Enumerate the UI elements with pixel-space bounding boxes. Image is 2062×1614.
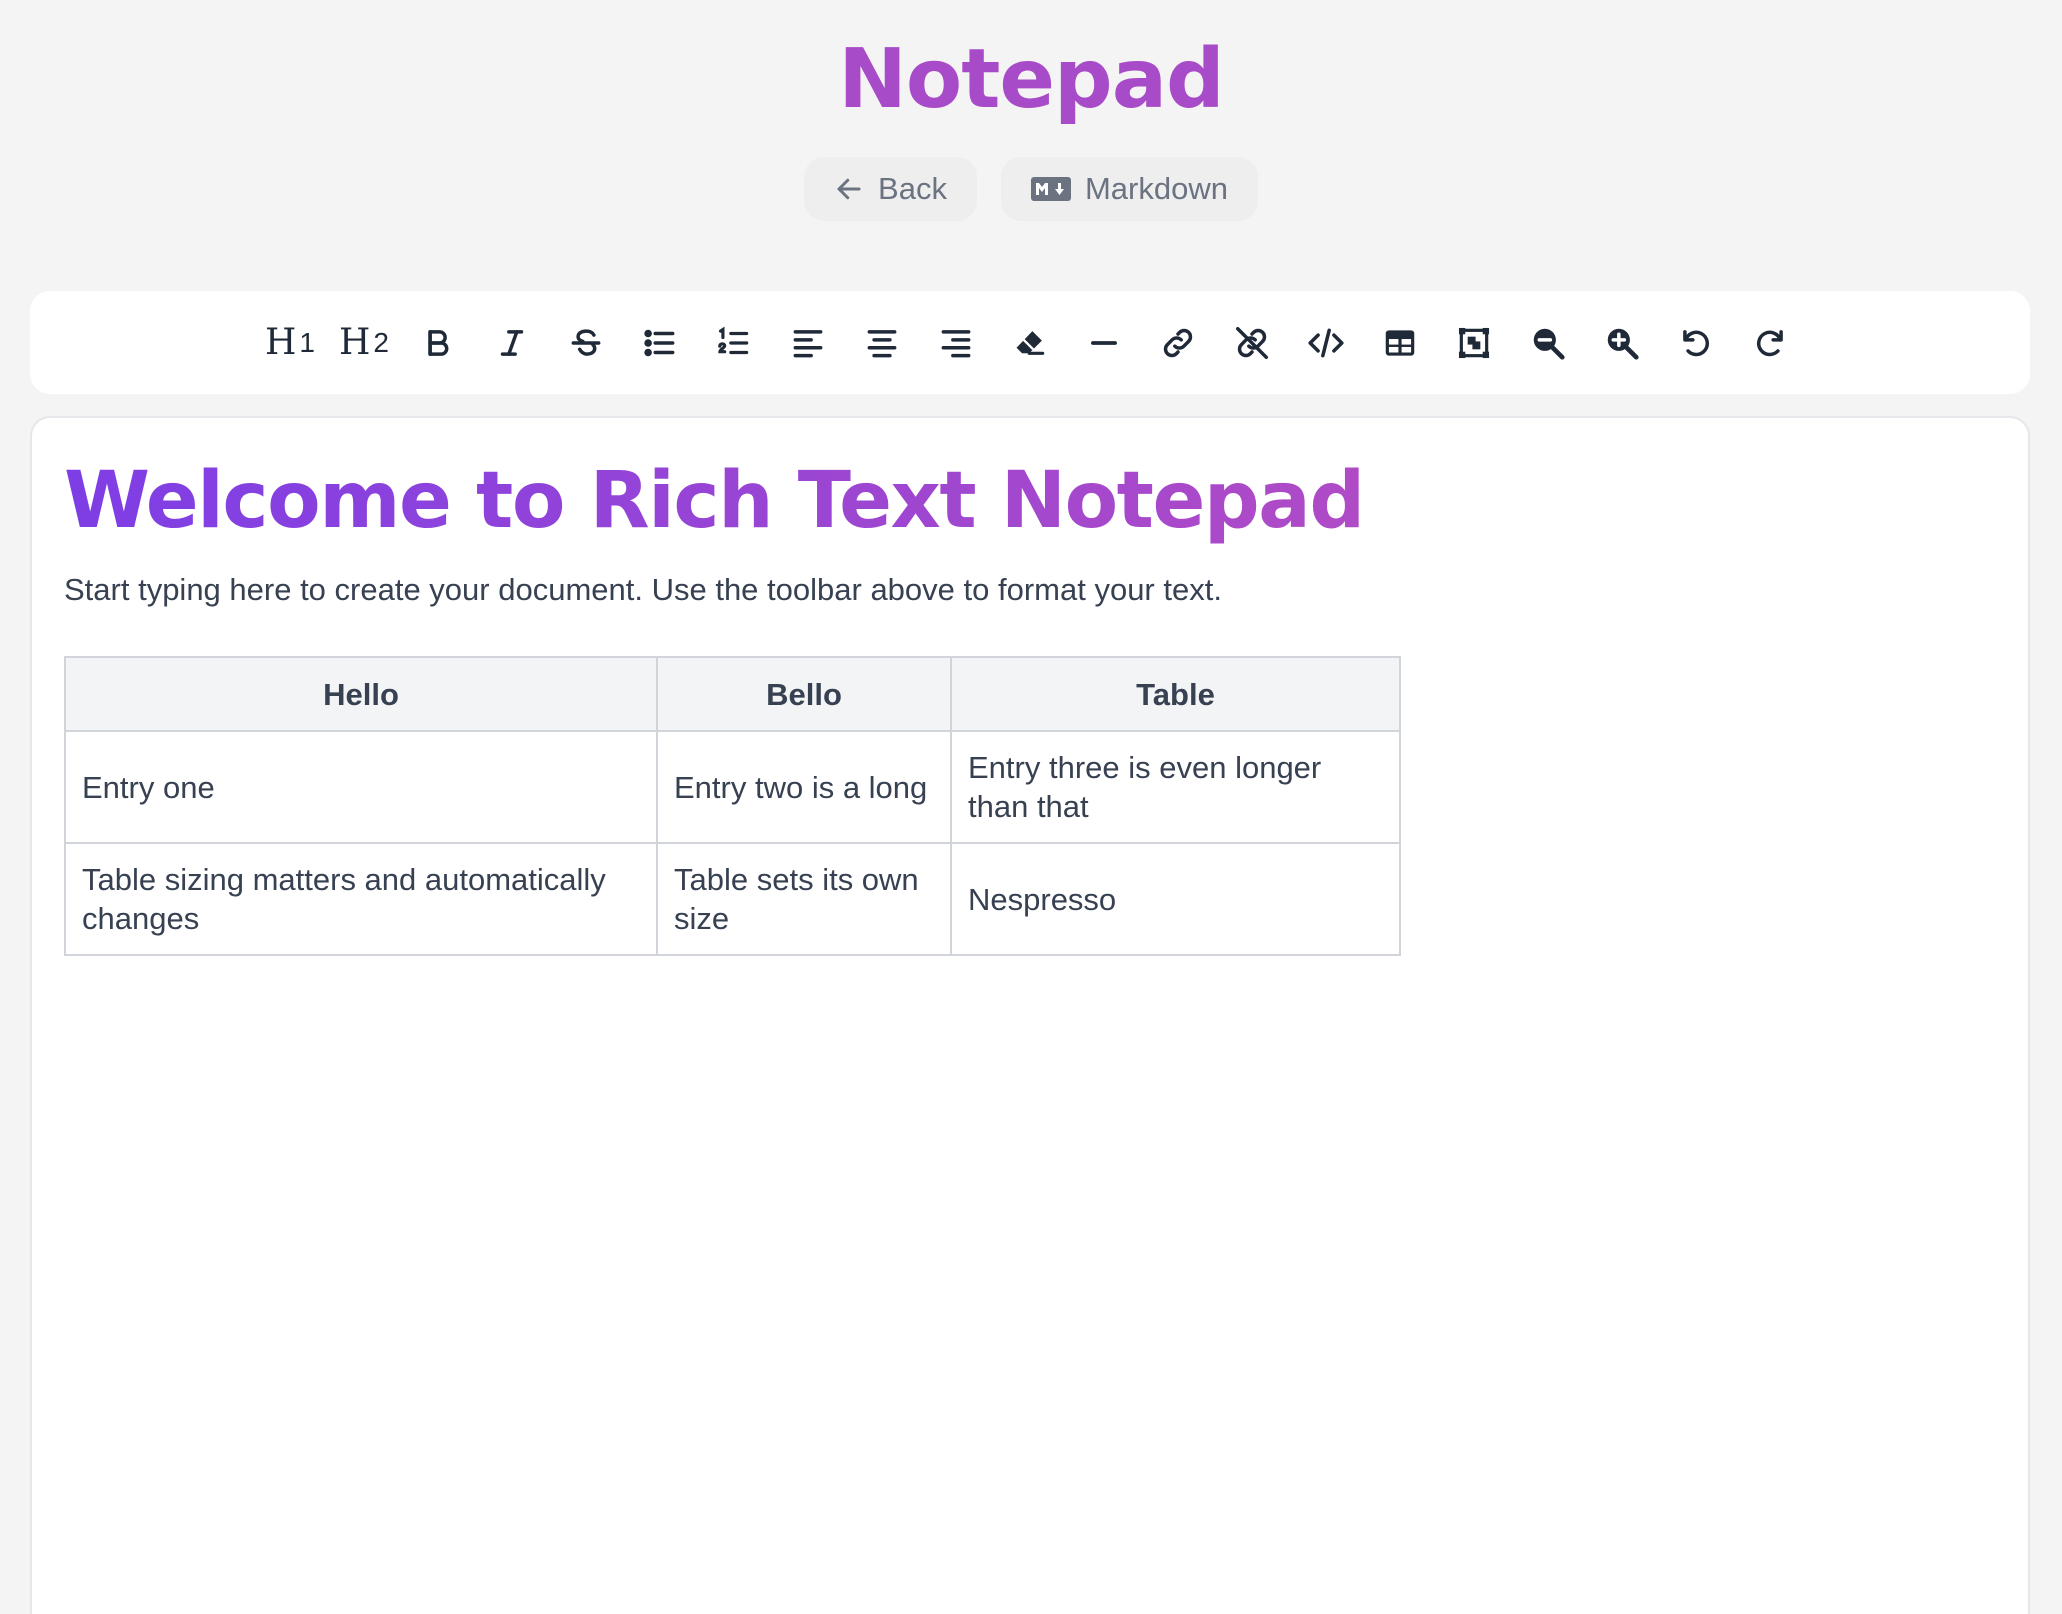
undo-icon [1683,329,1709,356]
link-button[interactable] [1141,306,1215,380]
heading-2-button[interactable]: H2 [327,306,401,380]
link-icon [1163,328,1193,357]
back-label: Back [878,171,947,206]
formatting-toolbar: H1 H2 [30,291,2030,394]
table-cell[interactable]: Table sets its own size [656,842,952,956]
unlink-icon [1236,326,1268,359]
table-cell[interactable]: Nespresso [950,842,1401,956]
image-button[interactable] [1437,306,1511,380]
zoom-out-button[interactable] [1511,306,1585,380]
unlink-button[interactable] [1215,306,1289,380]
markdown-icon [1030,177,1071,201]
horizontal-rule-button[interactable] [1067,306,1141,380]
table-row: Entry one Entry two is a long Entry thre… [64,730,1401,844]
align-right-icon [941,329,971,357]
align-left-icon [793,329,823,357]
arrow-left-icon [834,174,864,204]
app-title: Notepad [838,32,1225,127]
bold-button[interactable] [401,306,475,380]
table-header-cell[interactable]: Hello [64,656,658,732]
align-right-button[interactable] [919,306,993,380]
bullet-list-button[interactable] [623,306,697,380]
table-button[interactable] [1363,306,1437,380]
table-row: Table sizing matters and automatically c… [64,842,1401,956]
bold-icon [428,329,449,356]
document-table[interactable]: Hello Bello Table Entry one Entry two is… [64,656,1401,956]
top-nav: Back Markdown [0,157,2062,221]
table-cell[interactable]: Entry one [64,730,658,844]
ordered-list-icon [718,326,749,354]
align-left-button[interactable] [771,306,845,380]
markdown-label: Markdown [1084,171,1228,206]
clear-format-button[interactable] [993,306,1067,380]
code-button[interactable] [1289,306,1363,380]
redo-button[interactable] [1733,306,1807,380]
table-header-row: Hello Bello Table [64,656,1401,732]
zoom-in-icon [1607,328,1639,360]
eraser-icon [1016,330,1045,355]
strikethrough-button[interactable] [549,306,623,380]
align-center-icon [867,329,897,357]
italic-icon [500,329,524,356]
editor-area[interactable]: Welcome to Rich Text Notepad Start typin… [30,416,2030,1614]
heading-1-button[interactable]: H1 [253,306,327,380]
zoom-in-button[interactable] [1585,306,1659,380]
strikethrough-icon [571,328,601,356]
redo-icon [1757,329,1783,356]
bullet-list-icon [644,329,675,356]
table-cell[interactable]: Entry two is a long [656,730,952,844]
table-cell[interactable]: Entry three is even longer than that [950,730,1401,844]
align-center-button[interactable] [845,306,919,380]
ordered-list-button[interactable] [697,306,771,380]
italic-button[interactable] [475,306,549,380]
table-header-cell[interactable]: Bello [656,656,952,732]
table-cell[interactable]: Table sizing matters and automatically c… [64,842,658,956]
back-button[interactable]: Back [804,157,977,221]
image-icon [1458,327,1490,358]
horizontal-rule-icon [1091,340,1117,345]
document-paragraph[interactable]: Start typing here to create your documen… [64,572,1222,608]
heading-1-icon: H1 [265,322,315,363]
zoom-out-icon [1533,328,1565,360]
markdown-button[interactable]: Markdown [1000,157,1258,221]
table-icon [1385,329,1415,356]
code-icon [1308,328,1344,357]
heading-2-icon: H2 [339,322,389,363]
document-heading[interactable]: Welcome to Rich Text Notepad [64,446,1365,556]
undo-button[interactable] [1659,306,1733,380]
table-header-cell[interactable]: Table [950,656,1401,732]
